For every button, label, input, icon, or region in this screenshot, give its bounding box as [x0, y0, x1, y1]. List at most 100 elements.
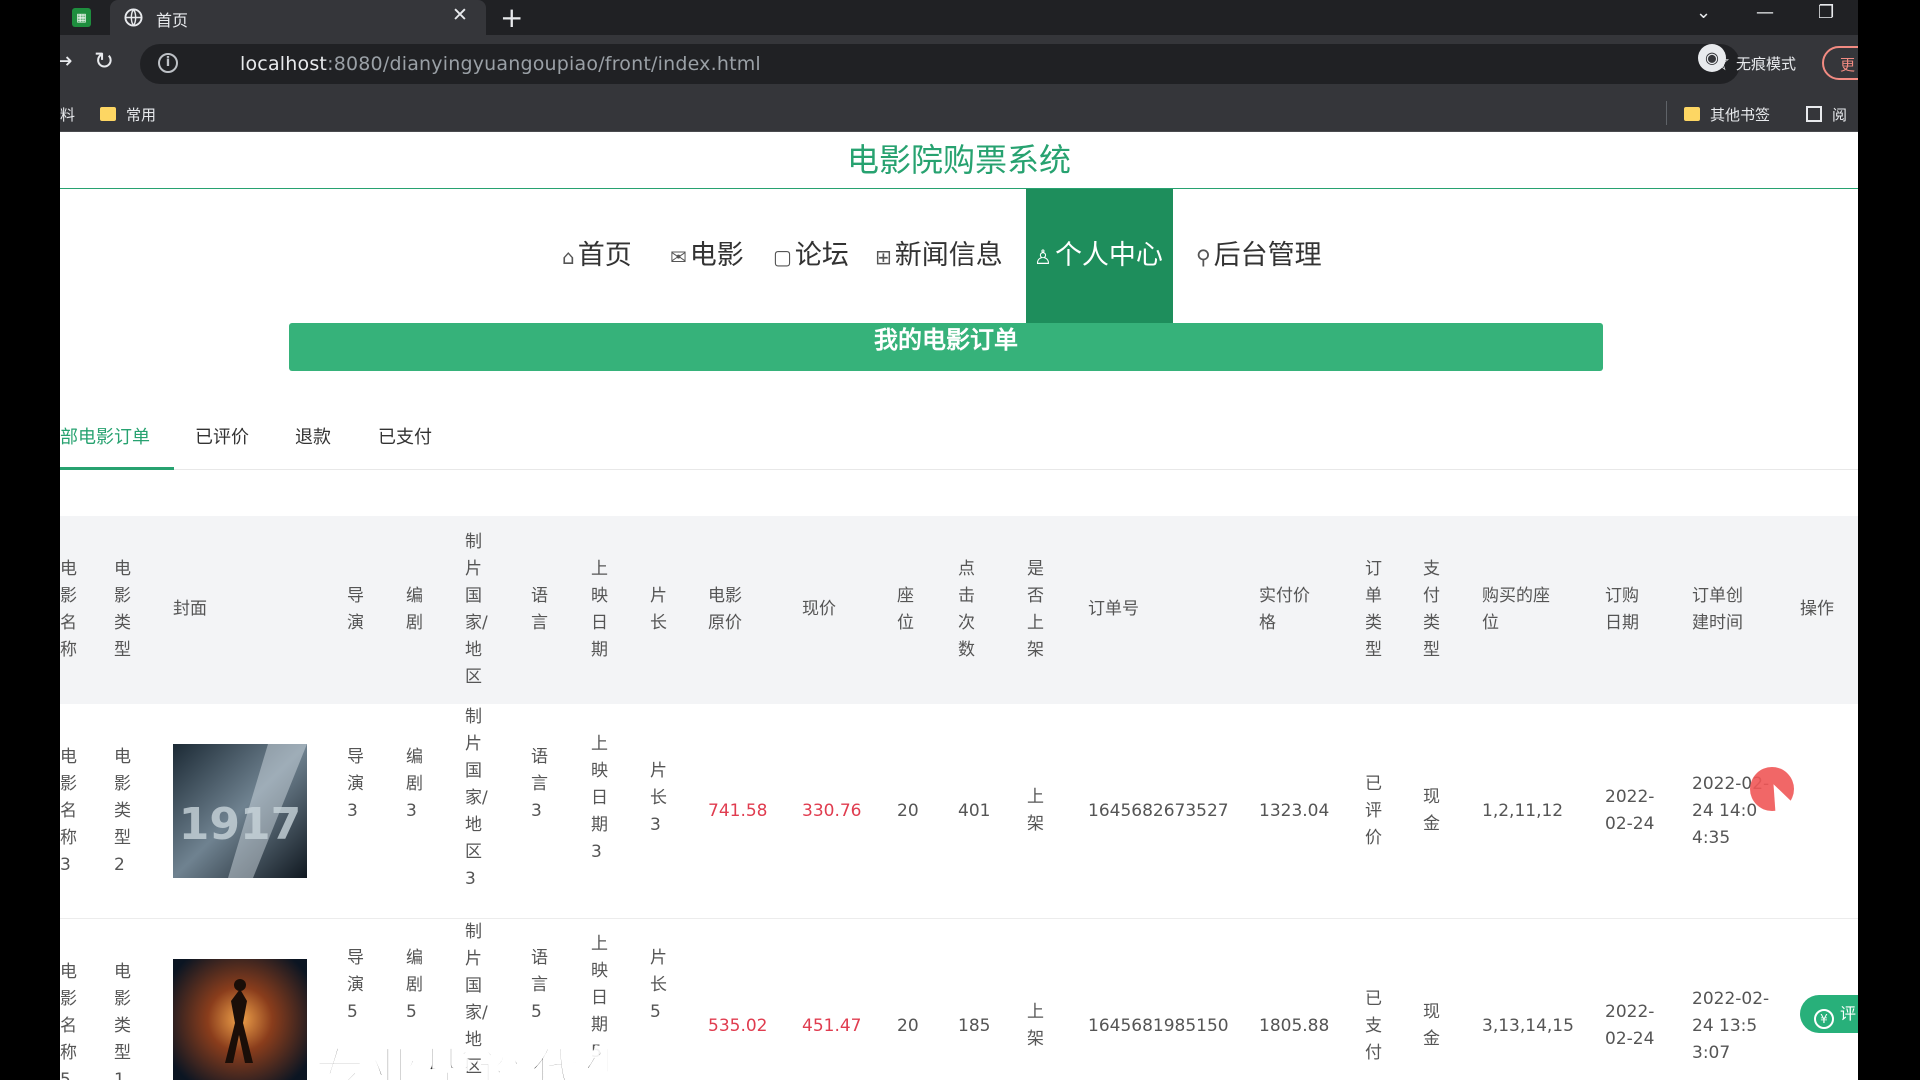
- cell-paid: 1805.88: [1259, 1016, 1330, 1036]
- cell-order-date: 2022-02-24: [1605, 1002, 1655, 1049]
- note-icon: ▢: [773, 245, 792, 269]
- yen-icon: ¥: [1814, 1009, 1834, 1029]
- cell-name: 电影名称3: [60, 747, 77, 875]
- nav-forum[interactable]: ▢ 论坛: [773, 189, 849, 323]
- app-grid-icon[interactable]: ▦: [72, 8, 91, 27]
- header-cover: 封面: [173, 599, 207, 619]
- cell-orig-price: 535.02: [708, 1016, 768, 1036]
- nav-label: 新闻信息: [894, 240, 1003, 271]
- cell-length: 片长3: [650, 761, 667, 835]
- review-button[interactable]: ¥ 评: [1800, 995, 1858, 1033]
- bookmark-folder-common[interactable]: 常用: [100, 104, 156, 125]
- incognito-icon[interactable]: ◉: [1698, 44, 1726, 72]
- browser-toolbar: → ↻ i localhost:8080/dianyingyuangoupiao…: [60, 35, 1858, 94]
- cell-seats: 20: [897, 801, 919, 821]
- tab-paid[interactable]: 已支付: [378, 413, 432, 470]
- link-icon: ⚲: [1196, 245, 1211, 269]
- cell-length: 片长5: [650, 948, 667, 1022]
- address-bar[interactable]: i localhost:8080/dianyingyuangoupiao/fro…: [140, 44, 1740, 84]
- reading-list[interactable]: 阅: [1806, 104, 1847, 125]
- cell-pay-type: 现金: [1423, 1002, 1440, 1049]
- url-text[interactable]: localhost:8080/dianyingyuangoupiao/front…: [240, 53, 761, 75]
- cell-order-date: 2022-02-24: [1605, 787, 1655, 834]
- header-paid: 实付价格: [1259, 586, 1310, 633]
- table-row[interactable]: 电影名称3 电影类型2 1917 导演3 编剧3 制片国家/地区3 语言3 上映…: [60, 704, 1858, 919]
- svg-text:1917: 1917: [179, 799, 301, 850]
- order-filter-tabs: 部电影订单 已评价 退款 已支付: [60, 413, 1858, 470]
- cell-bought-seats: 1,2,11,12: [1482, 801, 1564, 821]
- nav-profile[interactable]: ♙ 个人中心: [1026, 189, 1173, 323]
- tab-refund[interactable]: 退款: [295, 413, 331, 470]
- header-cur-price: 现价: [802, 599, 836, 619]
- restore-button[interactable]: ❐: [1818, 2, 1834, 23]
- header-seats: 座位: [897, 586, 914, 633]
- update-button[interactable]: 更: [1822, 46, 1858, 80]
- cell-order-no: 1645682673527: [1088, 801, 1229, 821]
- minimize-button[interactable]: —: [1756, 2, 1774, 23]
- header-director: 导演: [347, 586, 364, 633]
- header-pay-type: 支付类型: [1423, 559, 1440, 660]
- nav-label: 电影: [689, 240, 744, 271]
- cell-type: 电影类型2: [114, 747, 131, 875]
- cell-language: 语言3: [531, 747, 548, 821]
- cell-clicks: 185: [958, 1016, 991, 1036]
- cell-orig-price: 741.58: [708, 801, 768, 821]
- nav-label: 首页: [577, 240, 632, 271]
- new-tab-button[interactable]: +: [500, 0, 523, 35]
- header-bought-seats: 购买的座位: [1482, 586, 1550, 633]
- browser-tab[interactable]: 首页 ✕: [110, 0, 486, 35]
- cell-order-type: 已支付: [1365, 989, 1382, 1063]
- cell-paid: 1323.04: [1259, 801, 1330, 821]
- header-order-type: 订单类型: [1365, 559, 1382, 660]
- header-name: 电影名称: [60, 559, 77, 660]
- incognito-label: 无痕模式: [1736, 55, 1797, 73]
- reload-icon[interactable]: ↻: [94, 47, 114, 75]
- cell-release: 上映日期3: [591, 734, 608, 862]
- header-language: 语言: [531, 586, 548, 633]
- table-header: 电影名称 电影类型 封面 导演 编剧 制片国家/地区 语言 上映日期 片长 电影…: [60, 516, 1858, 704]
- cell-order-no: 1645681985150: [1088, 1016, 1229, 1036]
- screen: ▦ 首页 ✕ + ⌄ — ❐ → ↻ i localhost:8080/dian…: [0, 0, 1920, 1080]
- nav-admin[interactable]: ⚲ 后台管理: [1196, 189, 1322, 323]
- folder-icon: [1684, 107, 1700, 121]
- tab-search-icon[interactable]: ⌄: [1696, 2, 1711, 23]
- header-order-date: 订购日期: [1605, 586, 1639, 633]
- movie-cover-image[interactable]: [173, 959, 307, 1080]
- nav-news[interactable]: ⊞ 新闻信息: [875, 189, 1003, 323]
- cell-name: 电影名称5: [60, 962, 77, 1080]
- movie-cover-image[interactable]: 1917: [173, 744, 307, 878]
- cell-listed: 上架: [1027, 1002, 1044, 1049]
- nav-label: 后台管理: [1213, 240, 1322, 271]
- main-nav: ⌂ 首页 ✉ 电影 ▢ 论坛 ⊞ 新闻信息 ♙ 个人中心 ⚲ 后台管理: [60, 189, 1858, 323]
- cell-listed: 上架: [1027, 787, 1044, 834]
- cell-clicks: 401: [958, 801, 991, 821]
- reading-list-label: 阅: [1832, 106, 1848, 124]
- forward-icon[interactable]: →: [60, 49, 72, 74]
- header-writer: 编剧: [406, 586, 423, 633]
- nav-label: 个人中心: [1054, 240, 1163, 271]
- cell-created: 2022-02-24 13:53:07: [1692, 989, 1770, 1063]
- section-banner: 我的电影订单: [289, 323, 1603, 371]
- cell-order-type: 已评价: [1365, 774, 1382, 848]
- header-action: 操作: [1800, 599, 1834, 619]
- header-length: 片长: [650, 586, 667, 633]
- cell-bought-seats: 3,13,14,15: [1482, 1016, 1574, 1036]
- site-info-icon[interactable]: i: [158, 53, 178, 73]
- header-orig-price: 电影原价: [708, 586, 742, 633]
- bookmark-partial[interactable]: 料: [60, 104, 75, 125]
- nav-movies[interactable]: ✉ 电影: [670, 189, 744, 323]
- web-page: 电影院购票系统 ⌂ 首页 ✉ 电影 ▢ 论坛 ⊞ 新闻信息 ♙ 个人中心 ⚲ 后台管理 我的…: [60, 133, 1858, 1080]
- user-icon: ♙: [1034, 245, 1052, 269]
- site-title: 电影院购票系统: [846, 141, 1071, 179]
- close-tab-icon[interactable]: ✕: [452, 4, 468, 26]
- nav-label: 论坛: [794, 240, 849, 271]
- nav-home[interactable]: ⌂ 首页: [562, 189, 632, 323]
- tab-reviewed[interactable]: 已评价: [195, 413, 249, 470]
- bookmark-folder-other[interactable]: 其他书签: [1684, 104, 1770, 125]
- cell-cur-price: 451.47: [802, 1016, 862, 1036]
- review-label: 评: [1840, 1004, 1857, 1023]
- bookmarks-bar: 料 常用 其他书签 阅: [60, 94, 1858, 132]
- tab-all-orders[interactable]: 部电影订单: [60, 413, 174, 470]
- cell-writer: 编剧5: [406, 948, 423, 1022]
- tab-title: 首页: [156, 11, 189, 30]
